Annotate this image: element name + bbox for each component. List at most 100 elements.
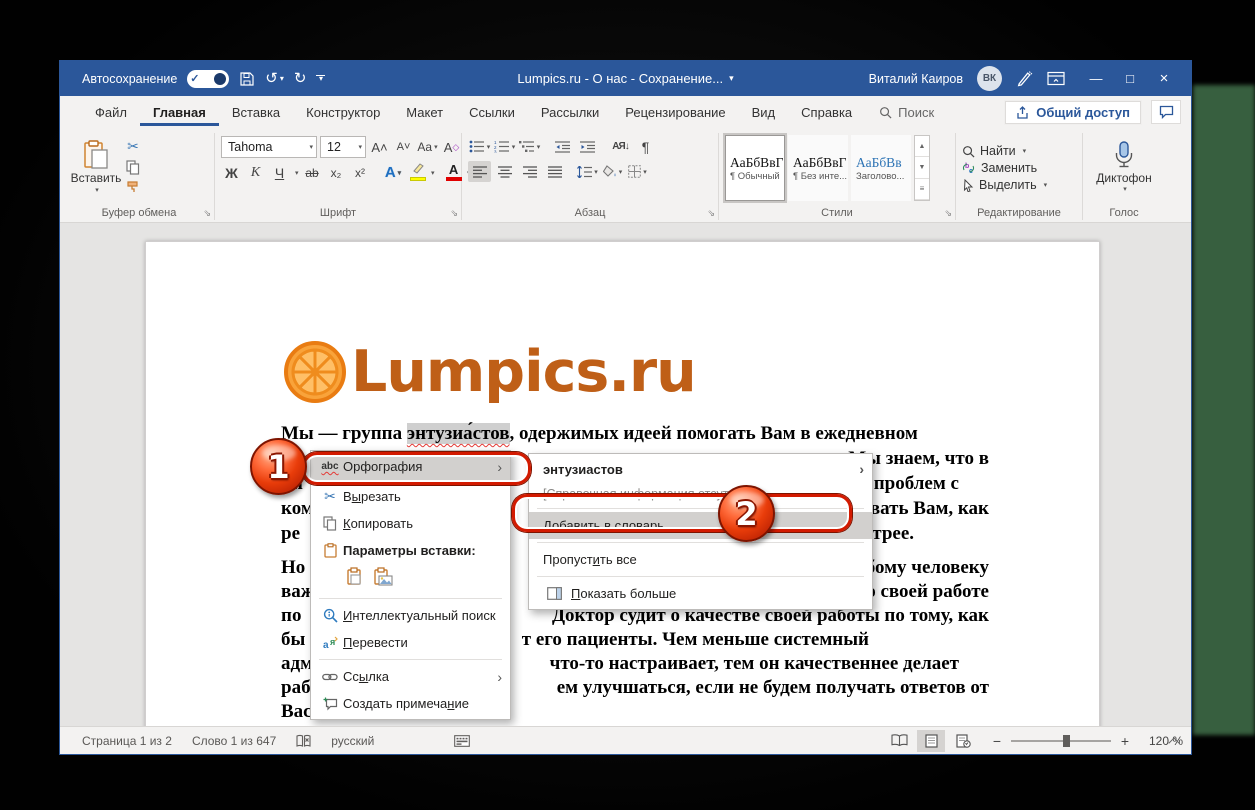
menu-item-translate[interactable]: ая Перевести [311,629,510,656]
styles-gallery-expand-button[interactable]: ≡ [915,179,929,200]
close-button[interactable]: × [1147,70,1181,87]
format-painter-button[interactable] [126,180,140,194]
tab-insert[interactable]: Вставка [219,98,293,126]
menu-item-link[interactable]: Ссылка › [311,663,510,690]
align-center-button[interactable] [493,161,516,182]
document-title[interactable]: Lumpics.ru - О нас - Сохранение... ▾ [517,71,733,86]
grow-font-button[interactable]: A˄ [369,137,390,158]
style-no-spacing[interactable]: АаБбВвГ ¶ Без инте... [788,135,848,201]
share-button[interactable]: Общий доступ [1005,101,1141,124]
numbering-button[interactable]: 123▾ [493,136,516,157]
justify-button[interactable] [543,161,566,182]
text-effects-button[interactable]: А▾ [383,162,404,183]
superscript-button[interactable]: x² [350,162,371,183]
tab-mailings[interactable]: Рассылки [528,98,612,126]
shading-button[interactable]: ▾ [601,161,624,182]
borders-button[interactable]: ▾ [626,161,649,182]
align-right-button[interactable] [518,161,541,182]
proofing-status-button[interactable] [286,734,321,748]
submenu-item-add-to-dictionary[interactable]: Добавить в словарь [529,512,872,539]
bullets-button[interactable]: ▾ [468,136,491,157]
change-case-button[interactable]: Aa▾ [417,137,438,158]
input-mode-button[interactable] [444,735,480,747]
web-layout-button[interactable] [949,730,977,752]
search-box[interactable]: Поиск [879,105,934,120]
menu-item-cut[interactable]: ✂ Вырезать [311,483,510,510]
ribbon-display-options-icon[interactable] [1047,71,1065,86]
tab-references[interactable]: Ссылки [456,98,528,126]
line-spacing-button[interactable]: ▾ [576,161,599,182]
styles-dialog-launcher[interactable]: ⇘ [944,209,952,218]
redo-button[interactable]: ↻ [294,71,307,86]
highlight-button[interactable]: ▾ [407,162,429,183]
cut-button[interactable]: ✂ [126,138,140,155]
collapse-ribbon-button[interactable] [1169,736,1179,746]
styles-scroll-down-button[interactable]: ▼ [915,157,929,178]
paste-button[interactable]: Вставить ▾ [70,133,122,201]
sort-button[interactable]: АЯ↓ [609,136,632,157]
font-name-combo[interactable]: Tahoma▾ [221,136,317,158]
clipboard-dialog-launcher[interactable]: ⇘ [203,209,211,218]
italic-button[interactable]: К [245,162,266,183]
undo-button[interactable]: ↺▾ [265,71,284,86]
style-heading1[interactable]: АаБбВв Заголово... [851,135,911,201]
menu-item-new-comment[interactable]: Создать примечание [311,690,510,717]
dictate-button[interactable]: Диктофон ▾ [1083,131,1165,203]
zoom-slider-thumb[interactable] [1063,735,1070,747]
bold-button[interactable]: Ж [221,162,242,183]
menu-item-copy[interactable]: Копировать [311,510,510,537]
autosave-toggle[interactable]: ✓ [187,70,229,88]
language-indicator[interactable]: русский [321,734,384,748]
menu-item-smart-lookup[interactable]: Интеллектуальный поиск [311,602,510,629]
decrease-indent-button[interactable] [551,136,574,157]
submenu-item-suggestion[interactable]: энтузиастов › [529,456,872,482]
paste-icon [83,140,109,170]
zoom-out-button[interactable]: − [991,733,1003,749]
page-indicator[interactable]: Страница 1 из 2 [72,734,182,748]
maximize-button[interactable]: □ [1113,71,1147,86]
replace-button[interactable]: bc Заменить [962,161,1047,175]
tab-layout[interactable]: Макет [393,98,456,126]
paste-keep-formatting-button[interactable] [347,567,364,589]
tab-help[interactable]: Справка [788,98,865,126]
strikethrough-button[interactable]: ab [302,162,323,183]
tab-view[interactable]: Вид [739,98,789,126]
font-size-combo[interactable]: 12▾ [320,136,366,158]
user-name[interactable]: Виталий Каиров [869,72,963,86]
avatar[interactable]: ВК [977,66,1002,91]
tab-review[interactable]: Рецензирование [612,98,738,126]
tab-home[interactable]: Главная [140,98,219,126]
print-layout-button[interactable] [917,730,945,752]
show-marks-button[interactable]: ¶ [634,136,657,157]
misspelled-word[interactable]: энтузиа́стов [407,423,510,444]
ink-pen-icon[interactable] [1016,70,1033,87]
align-left-button[interactable] [468,161,491,182]
tab-design[interactable]: Конструктор [293,98,393,126]
tab-file[interactable]: Файл [82,98,140,126]
zoom-slider[interactable] [1011,740,1111,742]
copy-button[interactable] [126,160,140,175]
underline-button[interactable]: Ч [269,162,290,183]
submenu-item-ignore-all[interactable]: Пропустить все [529,546,872,573]
customize-qat-button[interactable]: ▾ [316,75,325,82]
font-dialog-launcher[interactable]: ⇘ [450,209,458,218]
subscript-button[interactable]: x₂ [326,162,347,183]
find-button[interactable]: Найти▾ [962,144,1047,158]
submenu-item-see-more[interactable]: Показать больше [529,580,872,607]
multilevel-list-button[interactable]: ▾ [518,136,541,157]
menu-item-spelling[interactable]: abc Орфография › [311,453,510,480]
save-button[interactable] [239,71,255,87]
read-mode-button[interactable] [885,730,913,752]
increase-indent-button[interactable] [576,136,599,157]
minimize-button[interactable]: — [1079,71,1113,86]
styles-scroll-up-button[interactable]: ▲ [915,136,929,157]
clear-formatting-button[interactable]: A◇ [441,137,462,158]
shrink-font-button[interactable]: A˅ [393,137,414,158]
paragraph-dialog-launcher[interactable]: ⇘ [707,209,715,218]
comments-button[interactable] [1151,100,1181,124]
style-normal[interactable]: АаБбВвГ ¶ Обычный [725,135,785,201]
paste-picture-button[interactable] [374,567,393,589]
zoom-in-button[interactable]: + [1119,733,1131,749]
select-button[interactable]: Выделить▾ [962,178,1047,192]
word-count[interactable]: Слово 1 из 647 [182,734,286,748]
